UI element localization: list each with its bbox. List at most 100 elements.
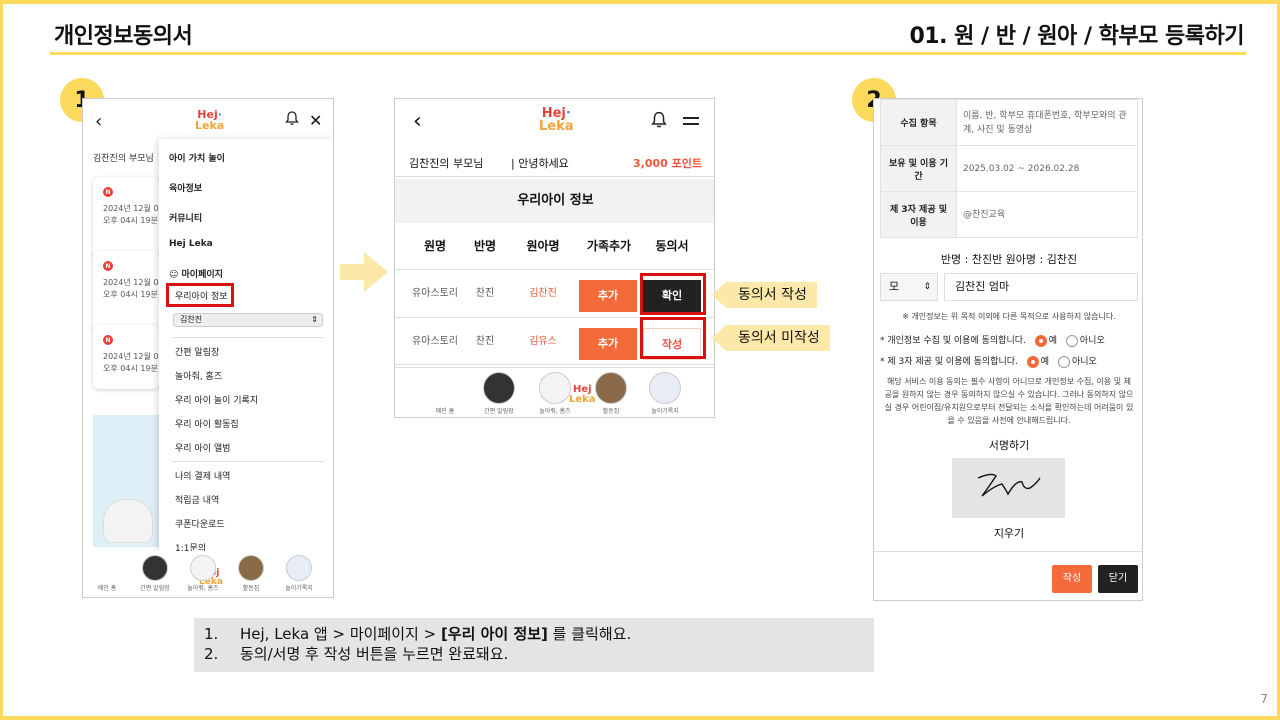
menu-item-hej-leka[interactable]: Hej Leka xyxy=(169,239,213,249)
divider xyxy=(173,337,323,338)
column-header-child: 원아명 xyxy=(526,239,560,253)
relation-select[interactable]: 모 ⇕ xyxy=(880,273,938,301)
close-button[interactable]: 닫기 xyxy=(1098,565,1138,593)
row-label: 수집 항목 xyxy=(880,99,957,146)
frame-left xyxy=(0,0,3,720)
row-value: 이름, 반, 학부모 휴대폰번호, 학부모와의 관계, 사진 및 동영상 xyxy=(956,99,1138,146)
radio-yes-collection[interactable] xyxy=(1034,334,1047,347)
menu-item-community[interactable]: 커뮤니티 xyxy=(169,211,202,224)
bear-character-icon xyxy=(103,499,153,543)
class-child-line: 반명 : 찬진반 원아명 : 김찬진 xyxy=(940,253,1078,266)
submit-button[interactable]: 작성 xyxy=(1052,565,1092,593)
user-icon: ☺ xyxy=(169,270,179,280)
deer-icon xyxy=(238,555,264,581)
section-heading: 우리아이 정보 xyxy=(395,179,714,223)
owl-icon xyxy=(286,555,312,581)
table-row: 제 3자 제공 및 이용 @찬진교육 xyxy=(880,191,1138,238)
cell-child: 김유스 xyxy=(529,336,557,347)
notice-card[interactable]: N 2024년 12월 04 오후 04시 19분 xyxy=(93,325,164,389)
tab-notice[interactable]: 간편 알림장 xyxy=(135,555,175,592)
consent-info-table: 수집 항목 이름, 반, 학부모 휴대폰번호, 학부모와의 관계, 사진 및 동… xyxy=(880,99,1138,238)
add-family-button[interactable]: 추가 xyxy=(579,280,637,312)
instruction-line-2: 2. 동의/서명 후 작성 버튼을 누르면 완료돼요. xyxy=(204,645,509,663)
cell-child: 김찬진 xyxy=(529,288,557,299)
section-title: 01. 원 / 반 / 원아 / 학부모 등록하기 xyxy=(909,24,1245,49)
hej-leka-logo: Hej· Leka xyxy=(539,106,574,134)
bell-icon[interactable] xyxy=(651,111,667,133)
menu-item-credits[interactable]: 적립금 내역 xyxy=(175,493,219,506)
menu-item-activity[interactable]: 우리 아이 활동집 xyxy=(175,417,239,430)
menu-item-notice[interactable]: 간편 알림장 xyxy=(175,345,219,358)
screen-drawer-menu: ‹ Hej· Leka ✕ 김찬진의 부모님 N 2024년 12월 04 오후 … xyxy=(82,98,334,598)
penguin-icon xyxy=(142,555,168,581)
back-icon[interactable]: ‹ xyxy=(413,109,422,134)
tab-activity[interactable]: 활동집 xyxy=(231,555,271,592)
bottom-tab-bar: HejLeka메인 홈 간편 알림장 놀아줘, 홈즈 활동집 놀이기록지 xyxy=(83,551,333,597)
notice-card[interactable]: N 2024년 12월 04 오후 04시 19분 xyxy=(93,251,164,333)
tab-home[interactable]: HejLeka메인 홈 xyxy=(87,555,223,593)
tab-holmes[interactable]: 놀아줘, 홈즈 xyxy=(183,555,223,592)
tab-activity[interactable]: 활동집 xyxy=(591,372,631,415)
tab-holmes[interactable]: 놀아줘, 홈즈 xyxy=(535,372,575,415)
column-header-family: 가족추가 xyxy=(586,239,632,253)
cell-school: 유아스토리 xyxy=(412,336,458,347)
callout-consent-written: 동의서 작성 xyxy=(726,282,817,308)
card-time: 오후 04시 19분 xyxy=(103,364,158,373)
agree-collection-row: * 개인정보 수집 및 이용에 동의합니다. 예 아니오 xyxy=(880,334,1105,347)
column-header-school: 원명 xyxy=(423,239,447,253)
header-divider xyxy=(50,52,1246,55)
frame-top xyxy=(0,0,1280,4)
bear-icon xyxy=(539,372,571,404)
new-badge: N xyxy=(103,261,113,271)
signature-pad[interactable] xyxy=(952,458,1065,518)
table-row: 보유 및 이용 기간 2025.03.02 ~ 2026.02.28 xyxy=(880,145,1138,192)
greeting: | 안녕하세요 xyxy=(511,157,569,170)
parent-name: 김찬진의 부모님 xyxy=(93,154,154,164)
tab-play-record[interactable]: 놀이기록지 xyxy=(279,555,319,592)
add-family-button[interactable]: 추가 xyxy=(579,328,637,360)
menu-item-play-record[interactable]: 우리 아이 놀이 기록지 xyxy=(175,393,258,406)
menu-item-parenting[interactable]: 육아정보 xyxy=(169,181,202,194)
screen-child-info: ‹ Hej· Leka 김찬진의 부모님 | 안녕하세요 3,000 포인트 우… xyxy=(394,98,715,418)
signature-stroke xyxy=(977,473,1041,497)
new-badge: N xyxy=(103,187,113,197)
page-number: 7 xyxy=(1260,692,1268,706)
purpose-note: ※ 개인정보는 위 목적 이외에 다른 목적으로 사용하지 않습니다. xyxy=(902,312,1116,321)
divider xyxy=(874,551,1142,552)
frame-bottom xyxy=(0,716,1280,720)
bell-icon[interactable] xyxy=(285,111,299,130)
close-icon[interactable]: ✕ xyxy=(309,111,322,130)
menu-item-holmes[interactable]: 놀아줘, 홈즈 xyxy=(175,369,222,382)
clear-signature-button[interactable]: 지우기 xyxy=(874,525,1142,541)
hamburger-menu-icon[interactable] xyxy=(683,117,699,129)
radio-no-thirdparty[interactable] xyxy=(1057,355,1070,368)
radio-no-collection[interactable] xyxy=(1065,334,1078,347)
radio-yes-thirdparty[interactable] xyxy=(1026,355,1039,368)
points-value[interactable]: 3,000 포인트 xyxy=(633,155,702,171)
new-badge: N xyxy=(103,335,113,345)
menu-mypage[interactable]: ☺ 마이페이지 xyxy=(169,267,223,280)
menu-item-payments[interactable]: 나의 결제 내역 xyxy=(175,469,230,482)
chevron-updown-icon: ⇕ xyxy=(311,315,318,324)
penguin-icon xyxy=(483,372,515,404)
table-row: 수집 항목 이름, 반, 학부모 휴대폰번호, 학부모와의 관계, 사진 및 동… xyxy=(880,99,1138,146)
card-date: 2024년 12월 04 xyxy=(103,278,164,287)
page-title: 개인정보동의서 xyxy=(54,24,193,49)
tab-play-record[interactable]: 놀이기록지 xyxy=(645,372,685,415)
row-value: 2025.03.02 ~ 2026.02.28 xyxy=(956,145,1138,192)
guardian-name-input[interactable]: 김찬진 엄마 xyxy=(944,273,1138,301)
menu-item-coupons[interactable]: 쿠폰다운로드 xyxy=(175,517,225,530)
home-logo-icon: HejLeka xyxy=(199,569,223,587)
menu-item-value-play[interactable]: 아이 가치 놀이 xyxy=(169,151,225,164)
tab-notice[interactable]: 간편 알림장 xyxy=(479,372,519,415)
callout-pointer xyxy=(712,282,726,308)
hej-leka-logo: Hej· Leka xyxy=(195,108,225,132)
tab-home[interactable]: HejLeka메인 홈 xyxy=(425,372,596,416)
column-header-class: 반명 xyxy=(473,239,497,253)
notice-card[interactable]: N 2024년 12월 04 오후 04시 19분 xyxy=(93,177,164,259)
menu-item-album[interactable]: 우리 아이 앨범 xyxy=(175,441,230,454)
back-icon[interactable]: ‹ xyxy=(95,111,102,132)
deer-icon xyxy=(595,372,627,404)
highlight-child-info xyxy=(166,283,234,307)
child-select[interactable]: 김찬진 ⇕ xyxy=(173,313,323,327)
